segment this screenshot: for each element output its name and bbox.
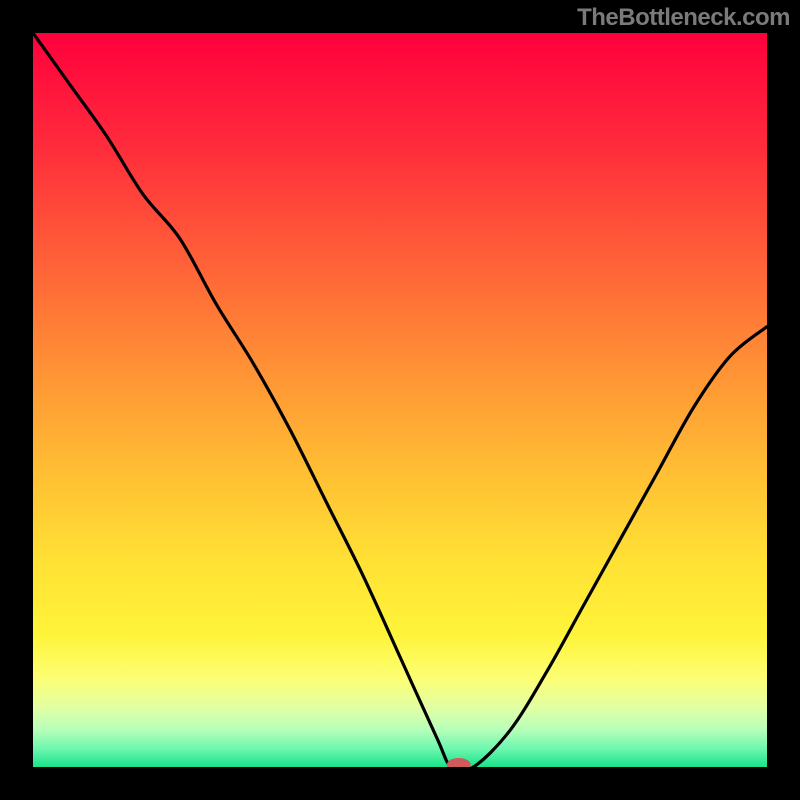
plot-area xyxy=(33,33,767,767)
chart-container: TheBottleneck.com xyxy=(0,0,800,800)
watermark-text: TheBottleneck.com xyxy=(577,4,790,32)
chart-svg xyxy=(33,33,767,767)
